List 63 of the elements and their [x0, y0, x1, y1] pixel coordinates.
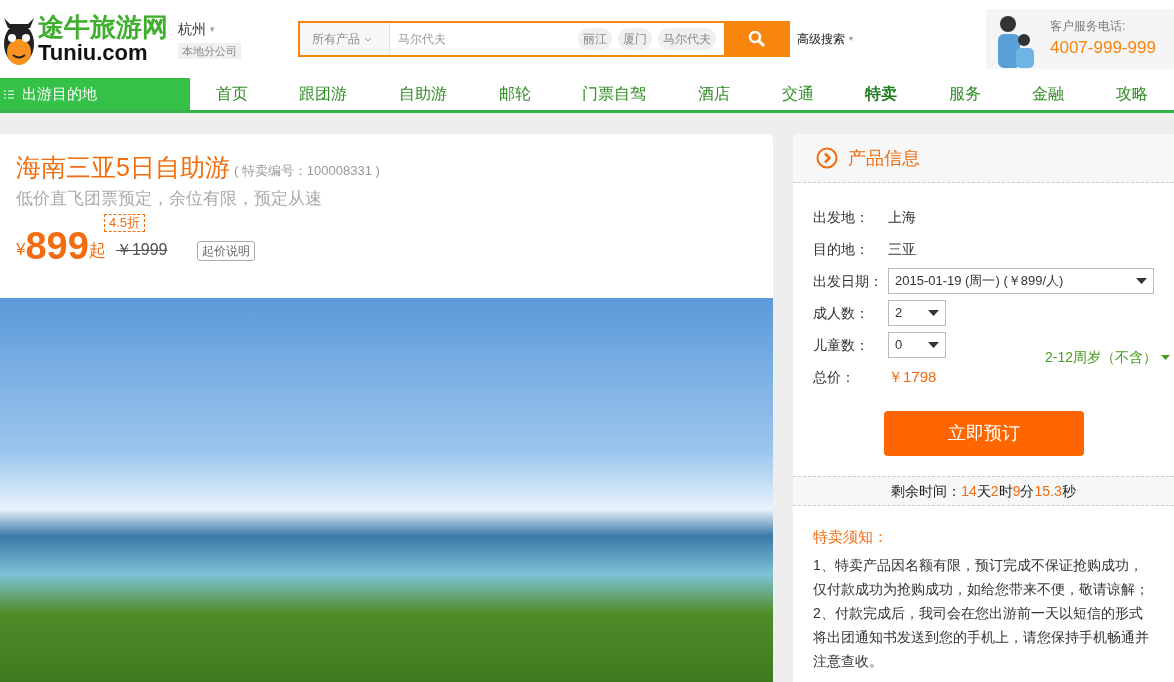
branch-label: 本地分公司	[178, 42, 241, 60]
countdown-timer: 剩余时间：14天2时9分15.3秒	[793, 476, 1174, 506]
notice-title: 特卖须知：	[813, 527, 889, 547]
book-now-button[interactable]: 立即预订	[883, 411, 1084, 456]
chevron-icon	[364, 36, 372, 42]
nav-tab[interactable]: 攻略	[1116, 82, 1149, 106]
nav-tab[interactable]: 金融	[1032, 82, 1065, 106]
nav-tab[interactable]: 跟团游	[299, 82, 348, 106]
search-icon	[748, 30, 766, 48]
advanced-search-link[interactable]: 高级搜索	[797, 30, 845, 48]
caret-icon: ▾	[849, 33, 853, 45]
total-price: ￥1798	[888, 366, 937, 387]
field-label: 目的地：	[813, 239, 870, 259]
discount-tag: 4.5折	[104, 213, 146, 232]
nav-tab[interactable]: 门票自驾	[582, 82, 647, 106]
search-box[interactable]: 所有产品 马尔代夫 丽江 厦门 马尔代夫	[298, 21, 790, 57]
field-label: 出发日期：	[813, 271, 884, 291]
caret-icon	[928, 310, 939, 316]
price-suffix: 起	[88, 241, 106, 262]
original-price: ￥1999	[115, 239, 168, 260]
product-title: 海南三亚5日自助游	[16, 152, 230, 182]
search-button[interactable]	[724, 21, 790, 57]
caret-icon: ▾	[210, 22, 215, 36]
city-selector[interactable]: 杭州	[178, 18, 206, 40]
caret-icon	[1136, 278, 1147, 284]
dropdown[interactable]: 0	[888, 332, 946, 358]
menu-icon	[4, 89, 14, 99]
category-dropdown[interactable]: 所有产品	[300, 23, 390, 55]
age-hint-link[interactable]: 2-12周岁（不含）	[1044, 347, 1157, 368]
notice-text: 1、特卖产品因名额有限，预订完成不保证抢购成功，仅付款成功为抢购成功，如给您带来不便，敬请谅解；	[813, 555, 1150, 599]
dropdown[interactable]: 2015-01-19 (周一) (￥899/人)	[888, 268, 1154, 294]
price-note-button[interactable]: 起价说明	[197, 240, 256, 261]
nav-tab[interactable]: 酒店	[697, 82, 730, 106]
nav-tab[interactable]: 自助游	[399, 82, 448, 106]
product-subtitle: 低价直飞团票预定，余位有限，预定从速	[16, 188, 323, 210]
search-tag[interactable]: 马尔代夫	[658, 28, 716, 50]
panel-title: 产品信息	[848, 146, 920, 170]
search-tag[interactable]: 丽江	[578, 28, 612, 50]
product-code: ( 特卖编号：100008331 )	[233, 161, 380, 180]
field-label: 出发地：	[813, 207, 870, 227]
nav-tab[interactable]: 特卖	[865, 82, 898, 106]
nav-tab[interactable]: 邮轮	[498, 82, 531, 106]
field-label: 总价：	[813, 367, 856, 387]
dropdown[interactable]: 2	[888, 300, 946, 326]
field-label: 成人数：	[813, 303, 870, 323]
search-tag[interactable]: 厦门	[618, 28, 652, 50]
caret-icon	[928, 342, 939, 348]
field-label: 儿童数：	[813, 335, 870, 355]
nav-tab[interactable]: 交通	[781, 82, 814, 106]
notice-text: 2、付款完成后，我司会在您出游前一天以短信的形式将出团通知书发送到您的手机上，请您保持手机畅通并注意查收。	[813, 603, 1150, 671]
logo-title: 途牛旅游网	[38, 14, 168, 40]
currency-symbol: ¥	[16, 240, 26, 261]
caret-icon	[1161, 355, 1170, 360]
field-value: 上海	[888, 207, 916, 227]
sale-price: 899	[25, 225, 89, 266]
nav-tab[interactable]: 服务	[948, 82, 981, 106]
service-label: 客户服务电话:	[1050, 18, 1127, 36]
chevron-circle-icon	[816, 147, 838, 169]
nav-tab[interactable]: 首页	[215, 82, 248, 106]
destinations-menu[interactable]: 出游目的地	[0, 78, 190, 110]
logo-domain: Tuniu.com	[38, 42, 149, 64]
field-value: 三亚	[888, 239, 916, 259]
service-phone: 4007-999-999	[1050, 37, 1156, 60]
